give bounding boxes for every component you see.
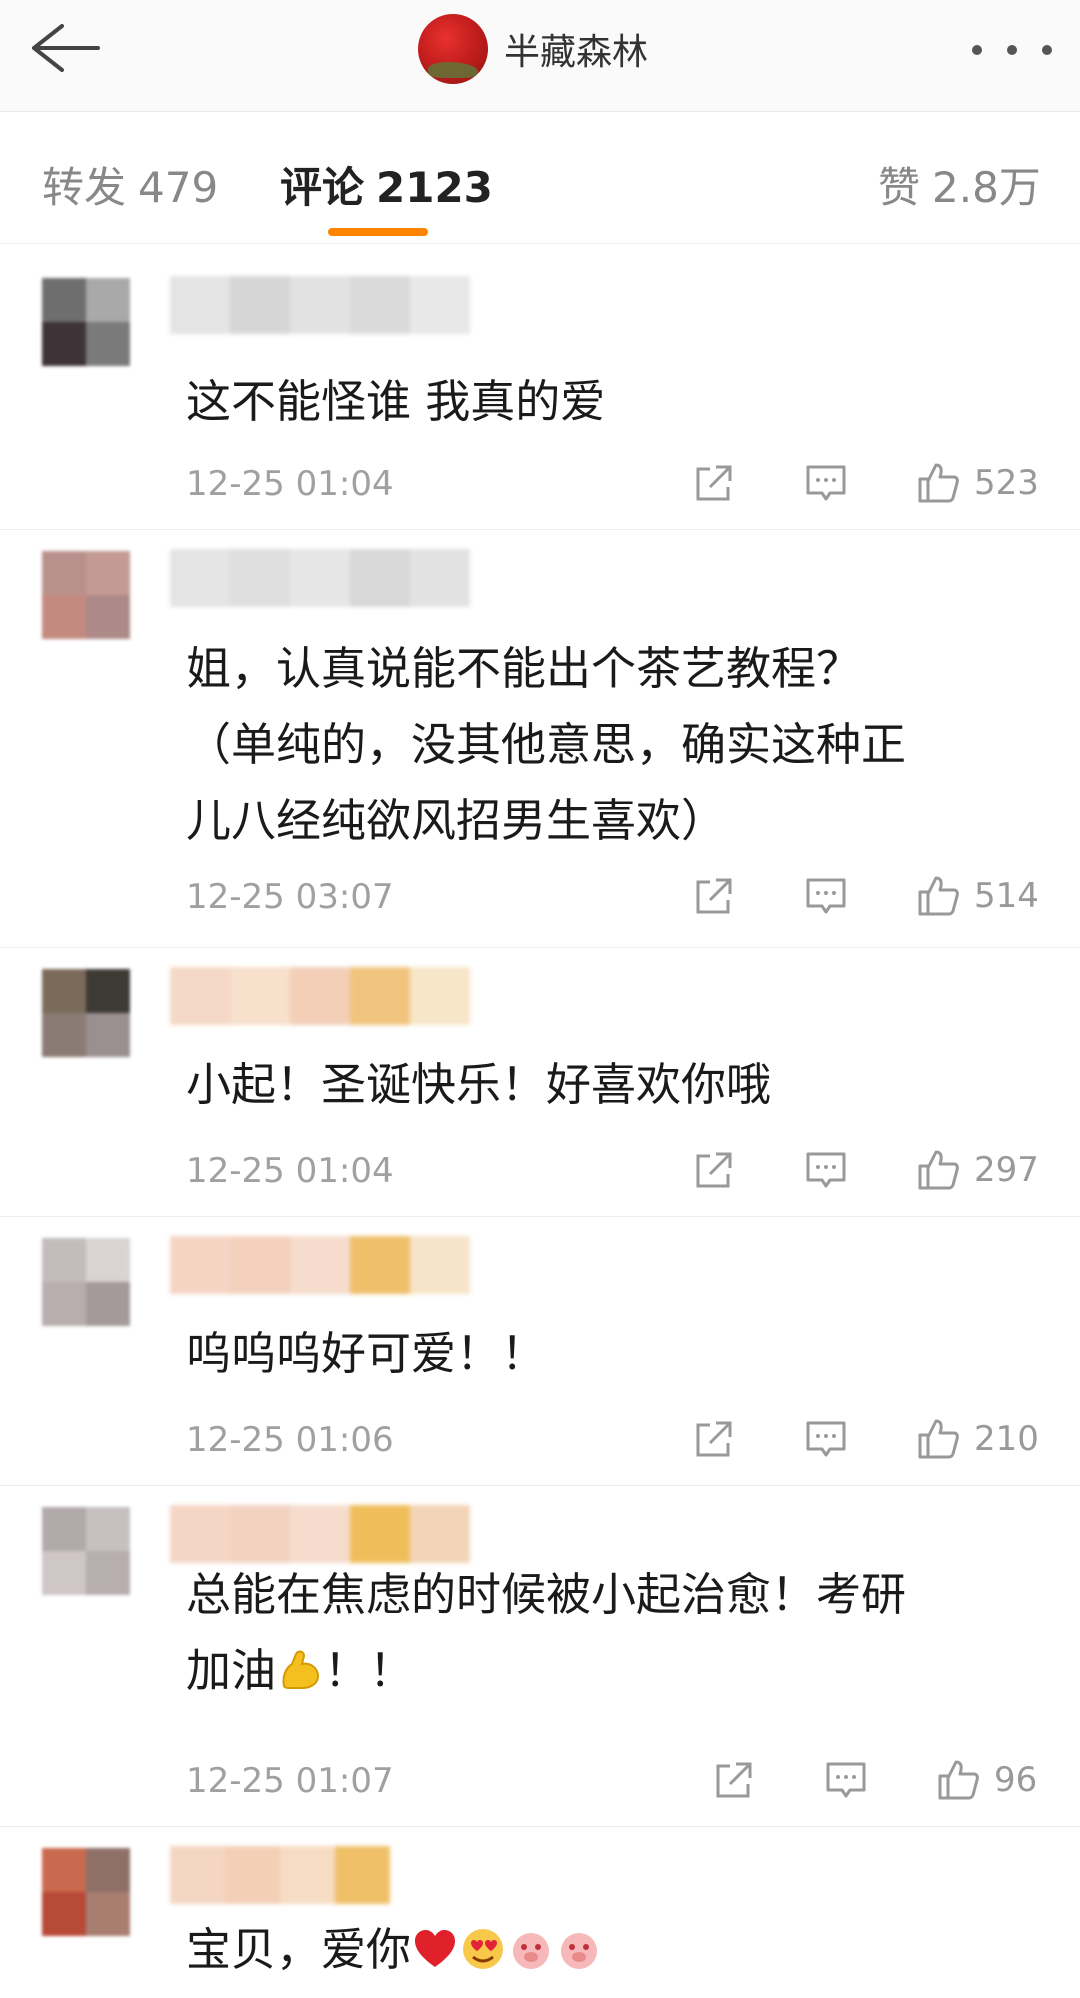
share-icon[interactable] — [692, 871, 736, 921]
comment-text-line: 姐，认真说能不能出个茶艺教程？ — [186, 642, 862, 695]
tab-bar: 转发 479 评论 2123 赞 2.8万 — [0, 112, 1080, 244]
comment-time: 12-25 01:04 — [186, 464, 394, 504]
comment-text: 这不能怪谁 我真的爱 — [186, 375, 606, 428]
comment-icon[interactable] — [824, 1755, 868, 1805]
username-blurred[interactable] — [170, 549, 470, 607]
avatar[interactable] — [42, 551, 130, 639]
top-bar: 半藏森林 — [0, 0, 1080, 112]
avatar[interactable] — [42, 1238, 130, 1326]
avatar[interactable] — [42, 278, 130, 366]
tab-repost-label: 转发 — [42, 163, 127, 212]
account-avatar[interactable] — [418, 14, 488, 84]
share-icon[interactable] — [692, 1145, 736, 1195]
like-count: 514 — [974, 876, 1039, 916]
comment-meta: 12-25 01:06 210 — [186, 1414, 1046, 1464]
comment-text: 姐，认真说能不能出个茶艺教程？ （单纯的，没其他意思，确实这种正 儿八经纯欲风招… — [186, 631, 1046, 859]
back-arrow-icon[interactable] — [22, 18, 102, 78]
active-tab-indicator — [328, 228, 428, 236]
flexed-biceps-emoji-icon — [282, 1650, 320, 1689]
comment-item: 宝贝，爱你 — [0, 1828, 1080, 1998]
like-count: 523 — [974, 463, 1039, 503]
like-button[interactable]: 523 — [916, 458, 1039, 508]
thumbs-up-icon — [918, 463, 959, 503]
comment-time: 12-25 03:07 — [186, 877, 394, 917]
comment-text-line: （单纯的，没其他意思，确实这种正 — [186, 718, 907, 771]
tab-repost[interactable]: 转发 479 — [42, 154, 218, 215]
thumbs-up-icon — [918, 1150, 959, 1190]
thumbs-up-icon — [918, 876, 959, 916]
comment-meta: 12-25 01:04 523 — [186, 458, 1046, 508]
thumbs-up-icon — [918, 1419, 959, 1459]
more-dots-icon[interactable] — [972, 30, 1052, 70]
like-button[interactable]: 210 — [916, 1414, 1039, 1464]
comment-text: 宝贝，爱你 — [186, 1912, 1046, 1988]
comment-text-part: ！！ — [324, 1644, 415, 1697]
username-blurred[interactable] — [170, 967, 470, 1025]
comment-meta: 12-25 01:07 96 — [186, 1755, 1046, 1805]
comment-text: 总能在焦虑的时候被小起治愈！考研 加油 ！！ — [186, 1557, 1046, 1709]
tab-likes-label: 赞 — [878, 163, 921, 212]
comment-text-line: 儿八经纯欲风招男生喜欢） — [186, 794, 727, 847]
thumbs-up-icon — [938, 1760, 979, 1800]
username-blurred[interactable] — [170, 1846, 390, 1904]
comment-text-part: 加油 — [186, 1644, 277, 1697]
like-count: 297 — [974, 1150, 1039, 1190]
avatar[interactable] — [42, 1848, 130, 1936]
like-count: 96 — [994, 1760, 1038, 1800]
comment-item: 总能在焦虑的时候被小起治愈！考研 加油 ！！ 12-25 01:07 96 — [0, 1487, 1080, 1827]
comment-time: 12-25 01:07 — [186, 1761, 394, 1801]
comment-text-part: 宝贝，爱你 — [186, 1923, 412, 1976]
comment-time: 12-25 01:06 — [186, 1420, 394, 1460]
comment-text-line: 总能在焦虑的时候被小起治愈！考研 — [186, 1568, 907, 1621]
share-icon[interactable] — [712, 1755, 756, 1805]
like-button[interactable]: 96 — [936, 1755, 1037, 1805]
username-blurred[interactable] — [170, 276, 470, 334]
comment-text: 呜呜呜好可爱！！ — [186, 1327, 547, 1380]
tab-likes[interactable]: 赞 2.8万 — [878, 154, 1041, 215]
tab-comments[interactable]: 评论 2123 — [280, 154, 493, 215]
comment-item: 姐，认真说能不能出个茶艺教程？ （单纯的，没其他意思，确实这种正 儿八经纯欲风招… — [0, 531, 1080, 948]
like-button[interactable]: 514 — [916, 871, 1039, 921]
comment-item: 小起！圣诞快乐！好喜欢你哦 12-25 01:04 297 — [0, 949, 1080, 1217]
like-button[interactable]: 297 — [916, 1145, 1039, 1195]
username-blurred[interactable] — [170, 1236, 470, 1294]
comment-icon[interactable] — [804, 458, 848, 508]
username-blurred[interactable] — [170, 1505, 470, 1563]
tab-likes-count: 2.8万 — [932, 163, 1041, 212]
red-heart-emoji-icon — [415, 1930, 456, 1967]
comment-time: 12-25 01:04 — [186, 1151, 394, 1191]
comment-meta: 12-25 01:04 297 — [186, 1145, 1046, 1195]
heart-eyes-emoji-icon — [463, 1929, 504, 1969]
avatar[interactable] — [42, 1507, 130, 1595]
share-icon[interactable] — [692, 458, 736, 508]
comment-icon[interactable] — [804, 1145, 848, 1195]
comment-meta: 12-25 03:07 514 — [186, 871, 1046, 921]
share-icon[interactable] — [692, 1414, 736, 1464]
tab-repost-count: 479 — [138, 163, 219, 212]
comment-item: 这不能怪谁 我真的爱 12-25 01:04 523 — [0, 258, 1080, 530]
account-header[interactable]: 半藏森林 — [418, 12, 648, 86]
comment-icon[interactable] — [804, 871, 848, 921]
pig-emoji-icon — [513, 1933, 550, 1969]
comment-item: 呜呜呜好可爱！！ 12-25 01:06 210 — [0, 1218, 1080, 1486]
avatar[interactable] — [42, 969, 130, 1057]
tab-comments-count: 2123 — [376, 163, 493, 212]
like-count: 210 — [974, 1419, 1039, 1459]
account-name[interactable]: 半藏森林 — [504, 23, 648, 75]
comment-text-line: 加油 ！！ — [186, 1633, 1046, 1709]
pig-emoji-icon — [561, 1933, 598, 1969]
tab-comments-label: 评论 — [280, 163, 365, 212]
comment-icon[interactable] — [804, 1414, 848, 1464]
comment-text: 小起！圣诞快乐！好喜欢你哦 — [186, 1058, 772, 1111]
